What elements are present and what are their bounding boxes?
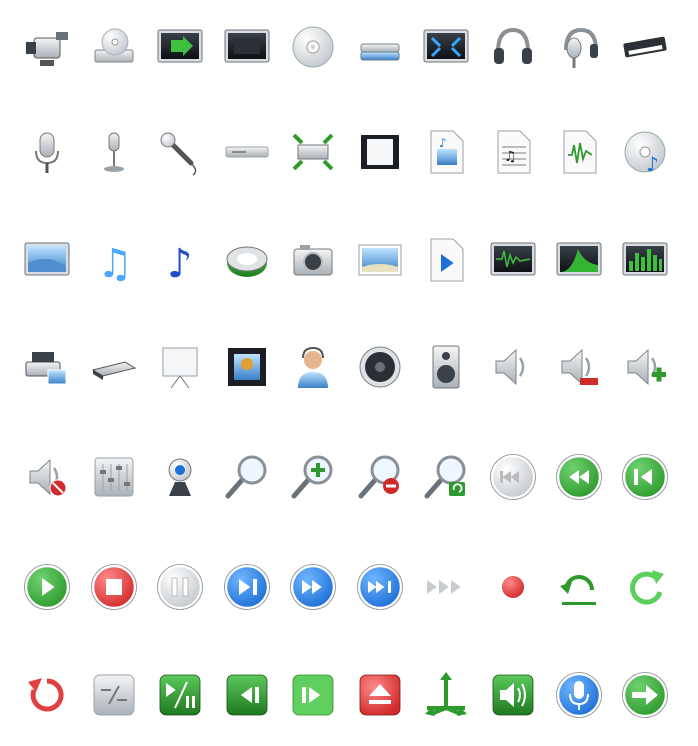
rewind-icon [552,450,606,504]
split-view-icon [87,668,141,722]
widescreen-display-icon [20,233,74,287]
svg-text:♫: ♫ [504,149,517,165]
svg-text:♪: ♪ [646,152,659,176]
desk-microphone-icon [87,125,141,179]
volume-up-icon [618,340,672,394]
zoom-icon [220,450,274,504]
film-strip-icon [353,125,407,179]
headset-mic-icon [552,20,606,74]
fast-forward-icon [286,560,340,614]
play-icon [20,560,74,614]
sound-volume-icon [486,668,540,722]
handheld-microphone-icon [153,125,207,179]
scanner-stack-icon [353,20,407,74]
step-back-icon [220,668,274,722]
speaker-box-icon [419,340,473,394]
cd-disc-icon [286,20,340,74]
undo-icon [552,560,606,614]
speaker-cone-icon [353,340,407,394]
headphones-icon [486,20,540,74]
video-file-icon [419,233,473,287]
icon-grid: ♪ ♫ ♪ ♫ ♪ [0,0,698,746]
volume-icon [486,340,540,394]
next-arrow-icon [618,668,672,722]
mute-speaker-icon [20,450,74,504]
music-note-blue-icon: ♫ [87,233,141,287]
next-track-icon [220,560,274,614]
film-frame-icon [220,340,274,394]
webcam-icon [153,450,207,504]
studio-microphone-icon [20,125,74,179]
projection-screen-icon [153,340,207,394]
cd-player-deck-icon [220,125,274,179]
previous-track-icon [618,450,672,504]
move-arrows-icon [419,668,473,722]
record-icon [486,560,540,614]
music-note-dark-blue-icon: ♪ [153,233,207,287]
zoom-in-icon [286,450,340,504]
music-disc-icon: ♪ [618,125,672,179]
photo-printer-icon [20,340,74,394]
equalizer-monitor-icon [618,233,672,287]
volume-down-icon [552,340,606,394]
flatbed-scanner-icon [87,340,141,394]
voice-mic-icon [552,668,606,722]
svg-text:♫: ♫ [97,241,133,287]
skip-forward-icon [353,560,407,614]
photo-camera-icon [286,233,340,287]
skip-back-disabled-icon [486,450,540,504]
user-headset-icon [286,340,340,394]
fullscreen-expand-icon [419,20,473,74]
step-forward-icon [286,668,340,722]
forward-arrows-icon [419,560,473,614]
audio-wave-file-icon [552,125,606,179]
spectrum-monitor-icon [552,233,606,287]
svg-text:♪: ♪ [167,241,193,287]
dvd-drive-icon [87,20,141,74]
camcorder-icon [20,20,74,74]
stop-icon [87,560,141,614]
zoom-out-icon [353,450,407,504]
keyboard-synth-icon [618,20,672,74]
landscape-picture-icon [353,233,407,287]
svg-text:♪: ♪ [439,136,447,150]
play-pause-icon [153,668,207,722]
refresh-icon [618,560,672,614]
sheet-music-file-icon: ♫ [486,125,540,179]
eject-icon [353,668,407,722]
media-sync-icon [220,233,274,287]
pause-icon [153,560,207,614]
waveform-monitor-icon [486,233,540,287]
music-video-file-icon: ♪ [419,125,473,179]
tv-play-icon [153,20,207,74]
fit-screen-icon [286,125,340,179]
zoom-reset-icon [419,450,473,504]
rotate-left-icon [20,668,74,722]
mixer-sliders-icon [87,450,141,504]
monitor-icon [220,20,274,74]
